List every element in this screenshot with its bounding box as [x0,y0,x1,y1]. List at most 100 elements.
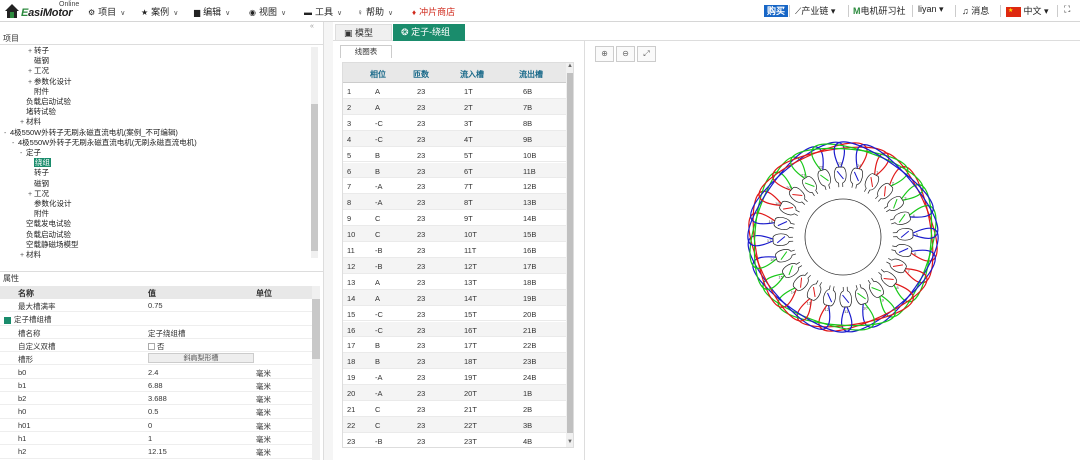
tree-node[interactable]: 磁钢 [28,179,49,188]
property-row[interactable]: h01 0 毫米 [0,419,312,432]
property-value[interactable]: 1 [148,434,152,443]
tab-model[interactable]: ▣ 模型 [335,24,392,41]
property-row[interactable]: h2 12.15 毫米 [0,445,312,459]
table-row[interactable]: 21 C 23 21T 2B [343,401,566,417]
property-row[interactable]: 最大槽满率 0.75 [0,299,312,313]
slot-shape-button[interactable]: 斜肩梨形槽 [148,353,254,364]
tab-stator-winding[interactable]: ❂ 定子-绕组 [393,24,465,41]
table-row[interactable]: 1 A 23 1T 6B [343,83,566,99]
property-value[interactable]: 0 [148,421,152,430]
table-row[interactable]: 11 -B 23 11T 16B [343,242,566,258]
property-row[interactable]: h1 1 毫米 [0,432,312,446]
zoom-in-button[interactable]: ⊕ [595,46,614,62]
menu-project[interactable]: ⚙ 项目 ∨ [88,5,125,18]
panel-splitter[interactable] [323,22,333,460]
table-row[interactable]: 13 A 23 13T 18B [343,274,566,290]
tree-node[interactable]: 空载静磁场模型 [20,240,79,249]
industry-chain-menu[interactable]: ⟋产业链 ▾ [795,4,835,17]
tree-node[interactable]: - 定子 [20,148,41,158]
property-value[interactable]: 6.88 [148,381,163,390]
tree-scrollbar-thumb[interactable] [311,104,318,251]
properties-scrollbar-thumb[interactable] [312,299,320,359]
property-value[interactable]: 3.688 [148,394,167,403]
research-club-link[interactable]: M电机研习社 [853,4,906,17]
tree-node[interactable]: 负载启动试验 [20,97,71,106]
tree-node[interactable]: -4极550W外转子无刷永磁直流电机(案例_不可编辑) [4,128,178,138]
table-row[interactable]: 6 B 23 6T 11B [343,162,566,179]
property-row[interactable]: b1 6.88 毫米 [0,379,312,393]
property-value[interactable]: 否 [148,341,165,352]
tree-node[interactable]: 空载发电试验 [20,219,71,228]
table-row[interactable]: 4 -C 23 4T 9B [343,130,566,147]
table-row[interactable]: 14 A 23 14T 19B [343,289,566,306]
table-row[interactable]: 9 C 23 9T 14B [343,210,566,227]
tree-node[interactable]: + 工况 [28,66,49,76]
table-row[interactable]: 20 -A 23 20T 1B [343,385,566,401]
menu-shop[interactable]: ♦ 冲片商店 [412,5,455,18]
menu-edit[interactable]: ▆ 编辑 ∨ [194,5,230,18]
zoom-out-button[interactable]: ⊖ [616,46,635,62]
property-value[interactable]: 0.75 [148,301,163,310]
menu-help[interactable]: ♀ 帮助 ∨ [357,5,393,18]
menu-tools[interactable]: ▬ 工具 ∨ [304,5,342,18]
tree-node[interactable]: + 转子 [28,46,49,56]
tree-node[interactable]: 参数化设计 [28,199,72,208]
table-cell: 9B [523,134,533,144]
table-row[interactable]: 17 B 23 17T 22B [343,337,566,354]
property-row[interactable]: 槽形 斜肩梨形槽 [0,352,312,366]
tree-node[interactable]: 附件 [28,87,49,96]
property-row[interactable]: 槽名称 定子绕组槽 [0,326,312,339]
table-row[interactable]: 8 -A 23 8T 13B [343,194,566,211]
checkbox-icon[interactable] [148,343,155,351]
checkbox-checked-icon[interactable] [4,316,11,324]
tree-node[interactable]: 负载启动试验 [20,230,71,239]
tree-node[interactable]: -4极550W外转子无刷永磁直流电机(无刷永磁直流电机) [12,138,197,148]
tree-node[interactable]: + 材料 [20,250,41,260]
tree-node[interactable]: 转子 [28,168,49,177]
table-row[interactable]: 5 B 23 5T 10B [343,147,566,163]
tab-coil-table[interactable]: 线圈表 [340,45,392,58]
coil-table-scrollbar-thumb[interactable] [567,73,573,433]
property-value[interactable]: 12.15 [148,447,167,456]
table-row[interactable]: 19 -A 23 19T 24B [343,369,566,386]
property-row[interactable]: h0 0.5 毫米 [0,405,312,419]
scroll-up-icon[interactable]: ▲ [567,63,573,69]
property-row[interactable]: b0 2.4 毫米 [0,366,312,379]
tree-node[interactable]: 附件 [28,209,49,218]
tree-node[interactable]: 绕组 [28,158,51,168]
table-row[interactable]: 12 -B 23 12T 17B [343,257,566,274]
messages-link[interactable]: ♫ 消息 [962,4,989,17]
property-value[interactable]: 2.4 [148,368,158,377]
table-row[interactable]: 7 -A 23 7T 12B [343,178,566,195]
property-value[interactable]: 0.5 [148,407,158,416]
collapse-panel-button[interactable]: « [310,23,314,30]
property-row[interactable]: 自定义双槽 否 [0,339,312,353]
fullscreen-button[interactable]: ⛶ [1064,4,1070,15]
property-group-row[interactable]: 定子槽组槽 [0,312,312,326]
table-row[interactable]: 3 -C 23 3T 8B [343,115,566,131]
zoom-fit-button[interactable]: ⤢ [637,46,656,62]
slot-number-label: 17 [767,238,772,243]
menu-view[interactable]: ◉ 视图 ∨ [249,5,286,18]
row-index: 4 [347,134,352,144]
table-row[interactable]: 23 -B 23 23T 4B [343,433,566,447]
tree-node[interactable]: + 工况 [28,189,49,199]
tree-node[interactable]: + 参数化设计 [28,77,72,87]
user-menu[interactable]: liyan ▾ [918,4,944,15]
table-row[interactable]: 10 C 23 10T 15B [343,226,566,242]
scroll-down-icon[interactable]: ▼ [567,439,573,445]
language-menu[interactable]: ★ 中文 ▾ [1006,4,1049,17]
tree-node[interactable]: 堵转试验 [20,107,56,116]
table-row[interactable]: 18 B 23 18T 23B [343,353,566,370]
table-row[interactable]: 16 -C 23 16T 21B [343,321,566,338]
menu-cases[interactable]: ★ 案例 ∨ [141,5,178,18]
table-row[interactable]: 22 C 23 22T 3B [343,416,566,433]
easimotor-logo[interactable]: EasiMotor Online [4,1,84,21]
buy-button[interactable]: 购买 [764,4,789,17]
property-row[interactable]: b2 3.688 毫米 [0,392,312,406]
tree-node[interactable]: + 材料 [20,117,41,127]
property-value[interactable]: 定子绕组槽 [148,328,186,339]
table-row[interactable]: 15 -C 23 15T 20B [343,306,566,322]
tree-node[interactable]: 磁钢 [28,56,49,65]
table-row[interactable]: 2 A 23 2T 7B [343,98,566,115]
